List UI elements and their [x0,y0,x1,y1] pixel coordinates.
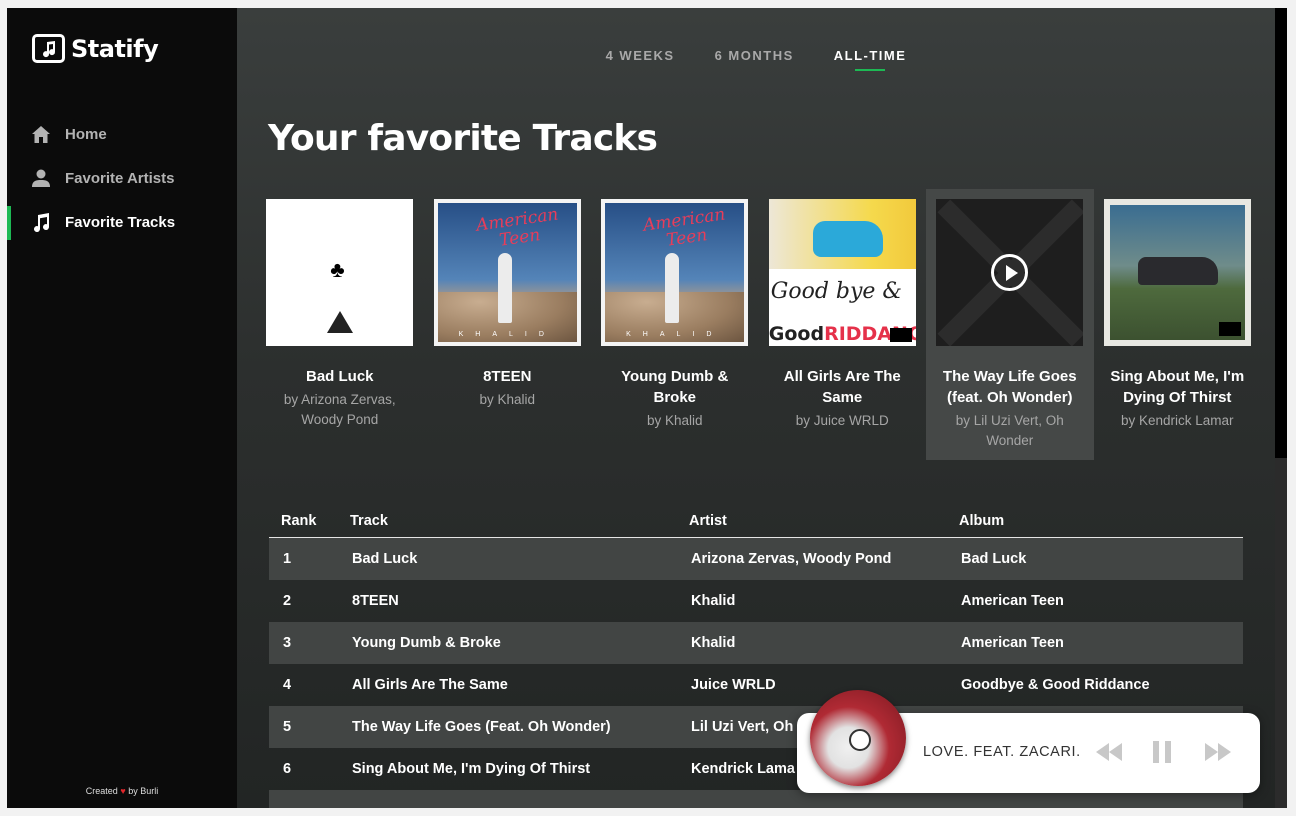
album-cover: American Teen KHALID [601,199,749,346]
parental-advisory-icon [1218,322,1241,336]
sidebar-item-favorite-tracks[interactable]: Favorite Tracks [7,200,237,244]
clover-icon: ♣ [330,257,345,282]
track-card[interactable]: American Teen KHALID 8TEEN by Khalid [424,189,592,460]
cell-album: Goodbye & Good Riddance [961,677,1150,693]
music-note-icon [31,212,51,232]
track-card[interactable]: The Way Life Goes (feat. Oh Wonder) by L… [926,189,1094,460]
cell-rank: 5 [283,719,292,735]
card-artist: by Arizona Zervas, Woody Pond [283,392,396,427]
cover-artist-letters: KHALID [458,331,556,338]
track-card[interactable]: Sing About Me, I'm Dying Of Thirst by Ke… [1094,189,1262,460]
card-artist: by Kendrick Lamar [1120,413,1234,428]
table-header: Rank Track Artist Album [269,504,1243,538]
main-content: 4 WEEKS 6 MONTHS ALL-TIME Your favorite … [237,8,1275,808]
credit-prefix: Created [85,786,118,796]
cell-artist: Khalid [691,635,736,651]
table-row[interactable]: 3 Young Dumb & Broke Khalid American Tee… [269,622,1243,664]
cell-track: Bad Luck [352,551,418,567]
cell-album: American Teen [961,593,1064,609]
card-artist: by Khalid [479,392,536,407]
table-row[interactable]: 2 8TEEN Khalid American Teen [269,580,1243,622]
sidebar-nav: Home Favorite Artists Favorite Tracks [7,112,237,244]
album-cover [936,199,1084,346]
track-card[interactable]: Good bye & GoodRIDDANCE All Girls Are Th… [759,189,927,460]
app-window: Statify Home Favorite Artists Favorite T… [7,8,1287,808]
logo[interactable]: Statify [32,34,159,63]
cell-rank: 3 [283,635,292,651]
album-cover: ♣ [266,199,414,346]
cover-script-text: Good bye & [770,279,902,304]
column-header-artist[interactable]: Artist [677,513,947,529]
card-artist: by Lil Uzi Vert, Oh Wonder [955,413,1064,448]
scrollbar-thumb[interactable] [1275,8,1287,458]
card-artist: by Juice WRLD [795,413,889,428]
card-title: 8TEEN [483,368,532,385]
tab-all-time[interactable]: ALL-TIME [834,48,907,71]
app-name: Statify [71,34,159,63]
cover-artist-letters: KHALID [626,331,724,338]
table-row[interactable]: 4 All Girls Are The Same Juice WRLD Good… [269,664,1243,706]
album-cover [1103,199,1251,346]
cell-track: 8TEEN [352,593,399,609]
column-header-rank[interactable]: Rank [269,513,338,529]
card-title: The Way Life Goes (feat. Oh Wonder) [942,368,1077,406]
card-title: Young Dumb & Broke [621,368,729,406]
column-header-album[interactable]: Album [947,513,1243,529]
parental-advisory-icon [889,328,912,342]
sidebar-item-label: Favorite Tracks [65,213,176,231]
tab-4-weeks[interactable]: 4 WEEKS [606,48,675,67]
cell-track: Sing About Me, I'm Dying Of Thirst [352,761,591,777]
table-row[interactable]: 1 Bad Luck Arizona Zervas, Woody Pond Ba… [269,538,1243,580]
tab-6-months[interactable]: 6 MONTHS [715,48,794,67]
time-range-tabs: 4 WEEKS 6 MONTHS ALL-TIME [237,48,1275,71]
track-card[interactable]: American Teen KHALID Young Dumb & Broke … [591,189,759,460]
album-cover: American Teen KHALID [433,199,581,346]
album-cover: Good bye & GoodRIDDANCE [768,199,916,346]
rewind-icon[interactable] [1094,739,1124,765]
card-title: Bad Luck [305,368,374,385]
sidebar-item-label: Favorite Artists [65,169,175,187]
column-header-track[interactable]: Track [338,513,677,529]
person-icon [31,168,51,188]
fast-forward-icon[interactable] [1203,739,1233,765]
card-title: Sing About Me, I'm Dying Of Thirst [1110,368,1245,406]
track-cards: ♣ Bad Luck by Arizona Zervas, Woody Pond… [256,189,1261,460]
home-icon [31,124,51,144]
cell-track: Young Dumb & Broke [352,635,501,651]
sidebar: Statify Home Favorite Artists Favorite T… [7,8,237,808]
cell-rank: 2 [283,593,292,609]
triangle-logo-icon [327,311,354,333]
pause-icon[interactable] [1150,739,1174,765]
sidebar-item-label: Home [65,125,107,143]
footer-credit: Created ♥ by Burli [7,786,237,796]
heart-icon: ♥ [120,786,126,796]
cell-track: The Way Life Goes (Feat. Oh Wonder) [352,719,611,735]
sidebar-item-favorite-artists[interactable]: Favorite Artists [7,156,237,200]
track-card[interactable]: ♣ Bad Luck by Arizona Zervas, Woody Pond [256,189,424,460]
music-note-logo-icon [32,34,65,63]
cell-rank: 6 [283,761,292,777]
cell-rank: 1 [283,551,292,567]
cell-album: Bad Luck [961,551,1027,567]
card-artist: by Khalid [646,413,703,428]
cell-track: All Girls Are The Same [352,677,508,693]
cell-artist: Juice WRLD [691,677,776,693]
cell-album: American Teen [961,635,1064,651]
now-playing-disc [810,690,906,786]
now-playing-title: LOVE. FEAT. ZACARI. [923,744,1081,760]
page-title: Your favorite Tracks [268,118,658,159]
cover-script-text: American Teen [642,204,727,251]
play-icon[interactable] [991,254,1029,291]
card-title: All Girls Are The Same [783,368,901,406]
cell-artist: Khalid [691,593,736,609]
credit-suffix: by Burli [128,786,159,796]
cell-artist: Arizona Zervas, Woody Pond [691,551,892,567]
cell-rank: 4 [283,677,292,693]
sidebar-item-home[interactable]: Home [7,112,237,156]
cover-script-text: American Teen [474,204,560,251]
